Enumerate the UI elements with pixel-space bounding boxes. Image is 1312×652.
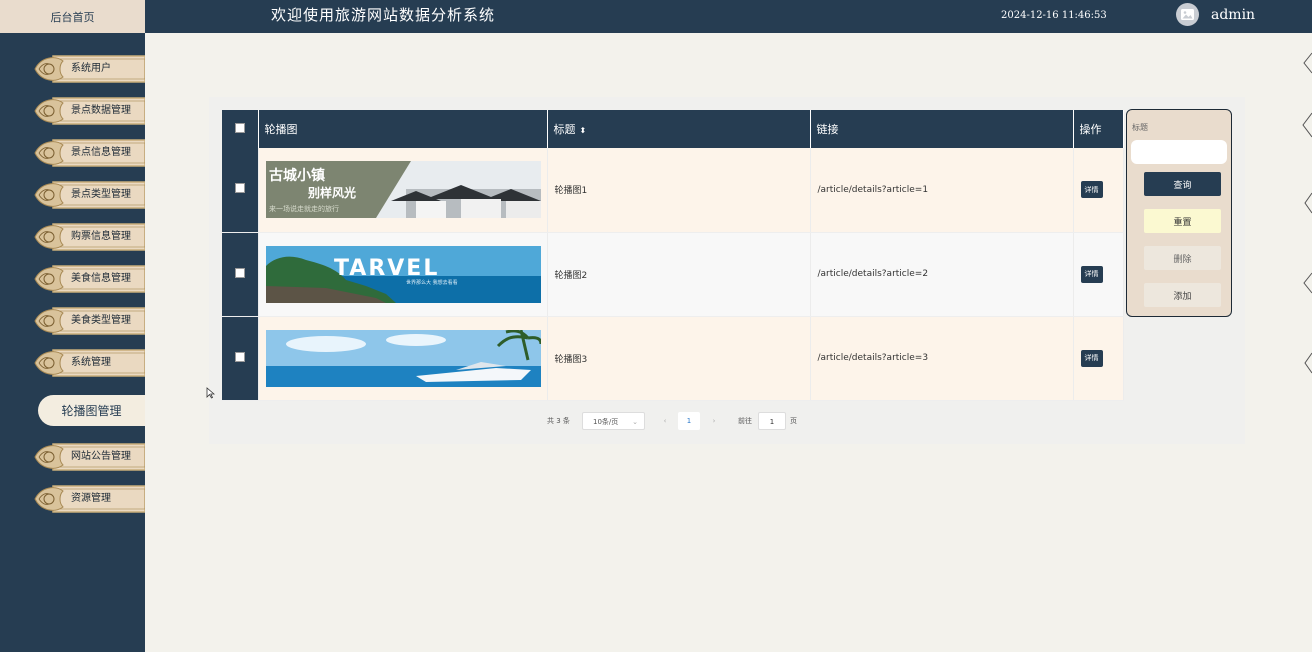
banner-text-line2: 别样风光 [307, 185, 356, 200]
link-cell: /article/details?article=1 [810, 148, 1074, 233]
select-all-checkbox[interactable] [234, 122, 245, 133]
sidebar-item-system-users[interactable]: 系统用户 [33, 53, 145, 85]
column-header-link: 链接 [810, 110, 1074, 148]
sidebar-item-scenic-data[interactable]: 景点数据管理 [33, 95, 145, 127]
sidebar-item-scenic-info[interactable]: 景点信息管理 [33, 137, 145, 169]
sidebar-item-label: 网站公告管理 [71, 451, 131, 462]
top-header: 后台首页 欢迎使用旅游网站数据分析系统 2024-12-16 11:46:53 … [0, 0, 1312, 33]
mouse-cursor-icon [206, 387, 215, 399]
sidebar-item-label: 系统用户 [71, 63, 111, 74]
row-checkbox[interactable] [234, 183, 245, 194]
sidebar-item-ticket-info[interactable]: 购票信息管理 [33, 221, 145, 253]
sidebar: 系统用户 景点数据管理 景点信息管理 景点类型管理 购票信息管理 美食信息管理 … [0, 33, 145, 652]
goto-label: 前往 [738, 417, 752, 425]
datetime-display: 2024-12-16 11:46:53 [1001, 10, 1107, 21]
link-cell: /article/details?article=2 [810, 232, 1074, 317]
banner-cell [258, 316, 548, 401]
page-number-current[interactable]: 1 [678, 412, 700, 430]
sidebar-item-label: 景点信息管理 [71, 147, 131, 158]
row-checkbox[interactable] [234, 351, 245, 362]
delete-button[interactable]: 删除 [1144, 246, 1221, 270]
reset-button[interactable]: 重置 [1144, 209, 1221, 233]
query-button[interactable]: 查询 [1144, 172, 1221, 196]
search-title-label: 标题 [1132, 123, 1148, 132]
title-cell: 轮播图2 [547, 232, 811, 317]
row-select-cell [222, 148, 259, 233]
sidebar-item-label: 购票信息管理 [71, 231, 131, 242]
app-title: 欢迎使用旅游网站数据分析系统 [271, 6, 496, 24]
sidebar-item-label: 景点数据管理 [71, 105, 131, 116]
sort-icon[interactable]: ⬍ [580, 126, 587, 135]
table-row: 轮播图3 /article/details?article=3 详情 [222, 316, 1124, 401]
sidebar-item-resources[interactable]: 资源管理 [33, 483, 145, 515]
sidebar-item-announcements[interactable]: 网站公告管理 [33, 441, 145, 473]
column-header-label: 标题 [553, 123, 576, 136]
row-select-cell [222, 232, 259, 317]
table-header-row: 轮播图 标题 ⬍ 链接 操作 [222, 110, 1124, 148]
table-row: 古城小镇 别样风光 来一场说走就走的旅行 轮播图1 /article/detai… [222, 148, 1124, 233]
column-header-actions: 操作 [1073, 110, 1124, 148]
sidebar-item-carousel[interactable]: 轮播图管理 [38, 395, 145, 426]
banner-cell: 古城小镇 别样风光 来一场说走就走的旅行 [258, 148, 548, 233]
sidebar-item-scenic-type[interactable]: 景点类型管理 [33, 179, 145, 211]
sidebar-item-food-info[interactable]: 美食信息管理 [33, 263, 145, 295]
column-header-banner: 轮播图 [258, 110, 548, 148]
banner-text-line1: TARVEL [334, 256, 439, 281]
banner-cell: TARVEL 世界那么大 我想去看看 [258, 232, 548, 317]
banner-image-ancient-town: 古城小镇 别样风光 来一场说走就走的旅行 [265, 161, 541, 219]
column-header-title[interactable]: 标题 ⬍ [547, 110, 811, 148]
action-cell: 详情 [1073, 232, 1124, 317]
banner-text-line3: 来一场说走就走的旅行 [269, 204, 339, 213]
title-cell: 轮播图3 [547, 316, 811, 401]
sidebar-item-system-management[interactable]: 系统管理 [33, 347, 145, 379]
details-button[interactable]: 详情 [1080, 265, 1103, 283]
home-tab[interactable]: 后台首页 [0, 0, 145, 33]
username[interactable]: admin [1211, 0, 1255, 31]
sidebar-item-food-type[interactable]: 美食类型管理 [33, 305, 145, 337]
action-cell: 详情 [1073, 148, 1124, 233]
pagination-total: 共 3 条 [547, 417, 570, 425]
chevron-down-icon: ⌄ [632, 418, 638, 426]
page-size-value: 10条/页 [593, 418, 619, 426]
link-cell: /article/details?article=3 [810, 316, 1074, 401]
sidebar-item-label: 美食类型管理 [71, 315, 131, 326]
banner-image-ocean-yacht [265, 329, 541, 387]
sidebar-item-label: 景点类型管理 [71, 189, 131, 200]
sidebar-item-label: 资源管理 [71, 493, 111, 504]
sidebar-item-label: 美食信息管理 [71, 273, 131, 284]
title-search-input[interactable] [1131, 140, 1227, 164]
page-size-select[interactable]: 10条/页 ⌄ [582, 412, 645, 430]
select-all-cell [222, 110, 259, 148]
image-icon [1181, 9, 1194, 20]
decorative-border [1302, 52, 1312, 374]
table-row: TARVEL 世界那么大 我想去看看 轮播图2 /article/details… [222, 232, 1124, 317]
search-panel: 标题 查询 重置 删除 添加 [1126, 109, 1232, 317]
details-button[interactable]: 详情 [1080, 349, 1103, 367]
banner-text-line2: 世界那么大 我想去看看 [406, 279, 458, 286]
row-select-cell [222, 316, 259, 401]
prev-page-button[interactable]: ‹ [658, 412, 672, 430]
banner-image-travel: TARVEL 世界那么大 我想去看看 [265, 245, 541, 303]
title-cell: 轮播图1 [547, 148, 811, 233]
next-page-button[interactable]: › [707, 412, 721, 430]
sidebar-item-label: 系统管理 [71, 357, 111, 368]
page-unit-label: 页 [790, 417, 797, 425]
avatar[interactable] [1176, 3, 1199, 26]
carousel-table: 轮播图 标题 ⬍ 链接 操作 古城小镇 别样风光 来一场说走就走的旅行 轮播图1… [222, 110, 1124, 401]
goto-page-input[interactable]: 1 [758, 412, 786, 430]
details-button[interactable]: 详情 [1080, 181, 1103, 199]
add-button[interactable]: 添加 [1144, 283, 1221, 307]
action-cell: 详情 [1073, 316, 1124, 401]
banner-text-line1: 古城小镇 [269, 167, 325, 184]
row-checkbox[interactable] [234, 267, 245, 278]
